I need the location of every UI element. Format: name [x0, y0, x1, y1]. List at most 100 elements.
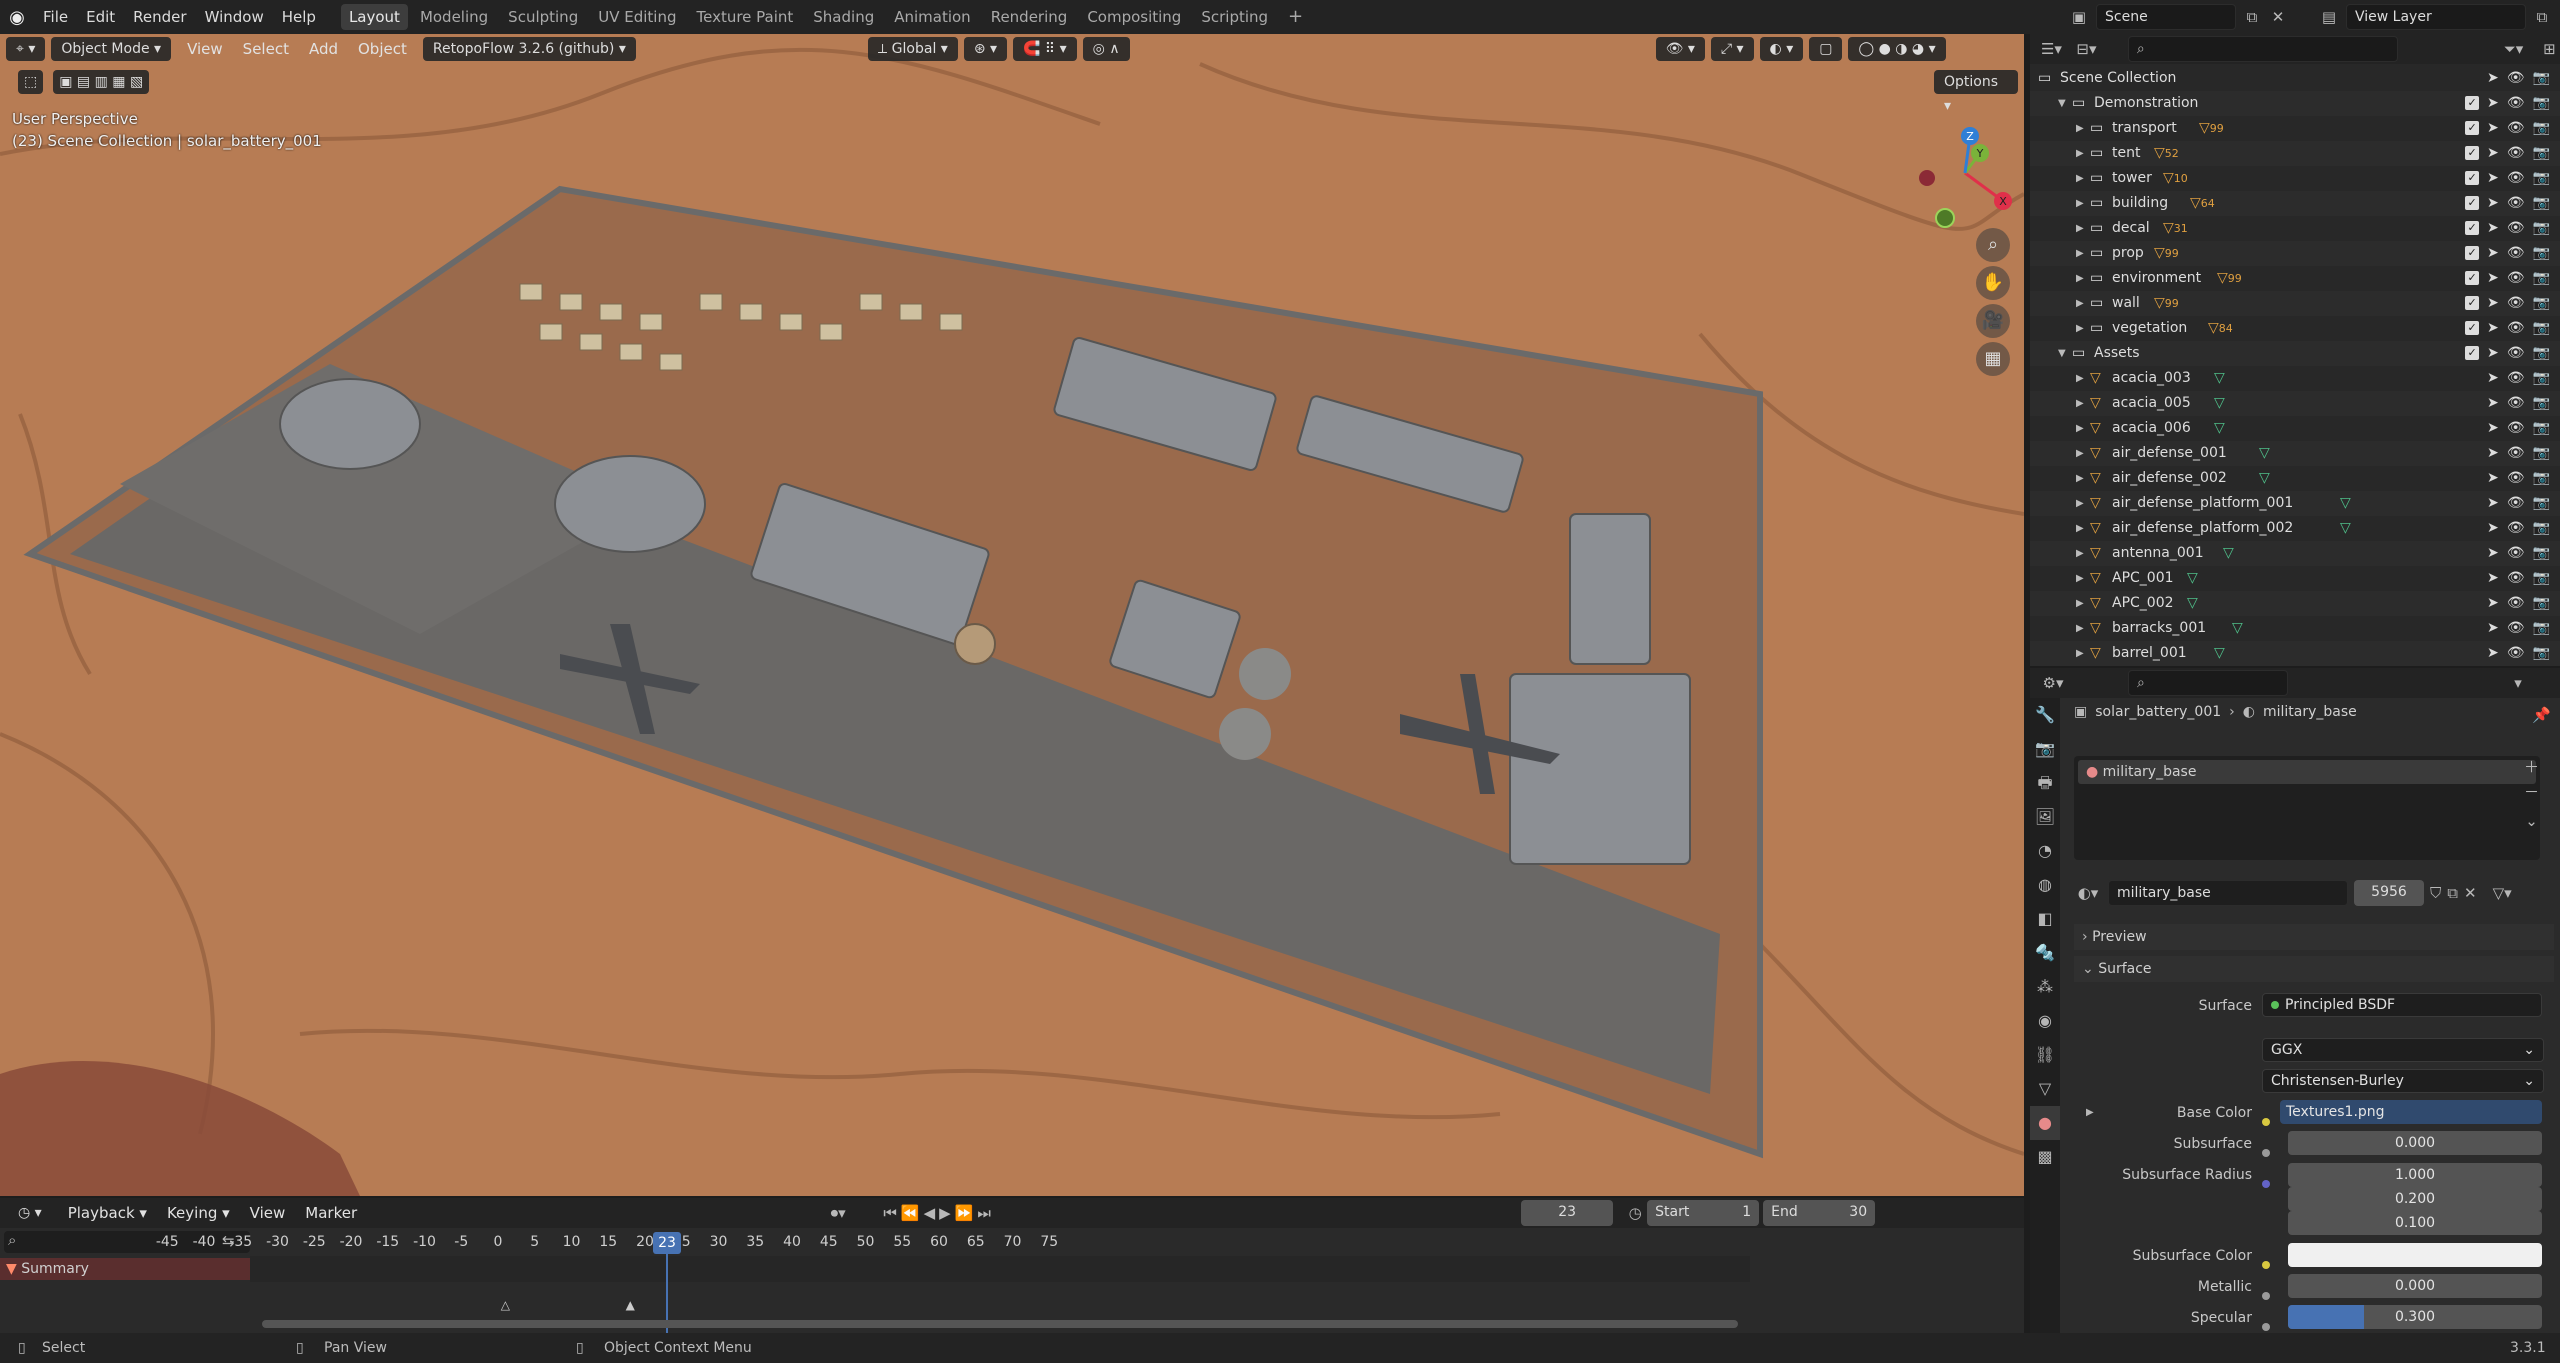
- output-tab-icon[interactable]: 🖶: [2030, 766, 2060, 800]
- render-camera-icon[interactable]: 📷: [2533, 566, 2550, 591]
- tab-compositing[interactable]: Compositing: [1079, 4, 1189, 30]
- render-camera-icon[interactable]: 📷: [2533, 241, 2550, 266]
- render-camera-icon[interactable]: 📷: [2533, 366, 2550, 391]
- selectable-icon[interactable]: ➤: [2487, 141, 2499, 166]
- exclude-checkbox[interactable]: ✓: [2465, 271, 2480, 285]
- render-camera-icon[interactable]: 📷: [2533, 466, 2550, 491]
- browse-material-icon[interactable]: ◐▾: [2074, 884, 2102, 902]
- tab-scripting[interactable]: Scripting: [1193, 4, 1276, 30]
- outliner-item[interactable]: ▶ ▽ acacia_005 ▽ ➤ 👁 📷: [2030, 391, 2560, 416]
- tab-layout[interactable]: Layout: [340, 4, 408, 30]
- new-scene-icon[interactable]: ⧉: [2242, 8, 2262, 26]
- blender-logo-icon[interactable]: ◉: [0, 7, 34, 28]
- render-camera-icon[interactable]: 📷: [2533, 116, 2550, 141]
- hide-eye-icon[interactable]: 👁: [2507, 416, 2525, 441]
- menu-file[interactable]: File: [34, 0, 77, 34]
- exclude-checkbox[interactable]: ✓: [2465, 171, 2480, 185]
- hide-eye-icon[interactable]: 👁: [2507, 266, 2525, 291]
- duplicate-material-icon[interactable]: ⧉: [2447, 884, 2458, 902]
- tab-sculpting[interactable]: Sculpting: [500, 4, 586, 30]
- object-tab-icon[interactable]: ◧: [2030, 902, 2060, 936]
- hide-eye-icon[interactable]: 👁: [2507, 66, 2525, 91]
- mesh-data-icon[interactable]: ▽: [2223, 541, 2234, 566]
- hide-eye-icon[interactable]: 👁: [2507, 591, 2525, 616]
- selectable-icon[interactable]: ➤: [2487, 591, 2499, 616]
- render-camera-icon[interactable]: 📷: [2533, 516, 2550, 541]
- select-tool-icon[interactable]: ⬚: [18, 70, 44, 94]
- hide-eye-icon[interactable]: 👁: [2507, 491, 2525, 516]
- selectable-icon[interactable]: ➤: [2487, 91, 2499, 116]
- material-name-field[interactable]: military_base: [2108, 880, 2348, 906]
- render-camera-icon[interactable]: 📷: [2533, 341, 2550, 366]
- outliner-root[interactable]: ▭ Scene Collection ➤ 👁 📷: [2030, 66, 2560, 91]
- exclude-checkbox[interactable]: ✓: [2465, 246, 2480, 260]
- view-layer-field[interactable]: View Layer: [2346, 4, 2526, 30]
- outliner-item[interactable]: ▶ ▽ air_defense_002 ▽ ➤ 👁 📷: [2030, 466, 2560, 491]
- delete-scene-icon[interactable]: ✕: [2268, 8, 2288, 26]
- expand-right-icon[interactable]: ▶: [2076, 566, 2084, 591]
- outliner-item[interactable]: ▶ ▽ barracks_001 ▽ ➤ 👁 📷: [2030, 616, 2560, 641]
- gizmo-toggle-icon[interactable]: ⤢ ▾: [1710, 37, 1754, 61]
- retopoflow-menu[interactable]: RetopoFlow 3.2.6 (github) ▾: [422, 37, 636, 61]
- new-view-layer-icon[interactable]: ⧉: [2532, 8, 2552, 26]
- render-camera-icon[interactable]: 📷: [2533, 416, 2550, 441]
- scene-name-field[interactable]: Scene: [2096, 4, 2236, 30]
- render-camera-icon[interactable]: 📷: [2533, 591, 2550, 616]
- exclude-checkbox[interactable]: ✓: [2465, 346, 2480, 360]
- zoom-icon[interactable]: ⌕: [1976, 228, 2010, 262]
- menu-window[interactable]: Window: [196, 0, 273, 34]
- expand-right-icon[interactable]: ▶: [2076, 116, 2084, 141]
- expand-down-icon[interactable]: ▼: [2058, 341, 2066, 366]
- overlay-toggle-icon[interactable]: ◐ ▾: [1759, 37, 1804, 61]
- timeline-scrollbar[interactable]: [262, 1320, 1738, 1328]
- selectable-icon[interactable]: ➤: [2487, 616, 2499, 641]
- mesh-data-icon[interactable]: ▽: [2214, 366, 2225, 391]
- hide-eye-icon[interactable]: 👁: [2507, 341, 2525, 366]
- slot-menu-icon[interactable]: ⌄: [2524, 812, 2539, 830]
- outliner-item[interactable]: ▶ ▽ antenna_001 ▽ ➤ 👁 📷: [2030, 541, 2560, 566]
- mesh-data-icon[interactable]: ▽: [2187, 591, 2198, 616]
- exclude-checkbox[interactable]: ✓: [2465, 96, 2480, 110]
- hide-eye-icon[interactable]: 👁: [2507, 191, 2525, 216]
- hide-eye-icon[interactable]: 👁: [2507, 641, 2525, 666]
- render-camera-icon[interactable]: 📷: [2533, 166, 2550, 191]
- selectable-icon[interactable]: ➤: [2487, 366, 2499, 391]
- expand-right-icon[interactable]: ▶: [2076, 541, 2084, 566]
- view-menu[interactable]: View: [177, 40, 233, 58]
- selectable-icon[interactable]: ➤: [2487, 191, 2499, 216]
- surface-section-header[interactable]: ⌄ Surface: [2074, 956, 2554, 982]
- unlink-material-icon[interactable]: ✕: [2464, 884, 2477, 902]
- selectable-icon[interactable]: ➤: [2487, 466, 2499, 491]
- selectable-icon[interactable]: ➤: [2487, 316, 2499, 341]
- selectable-icon[interactable]: ➤: [2487, 541, 2499, 566]
- object-mode-dropdown[interactable]: Object Mode ▾: [51, 37, 172, 61]
- remove-slot-icon[interactable]: －: [2524, 781, 2539, 802]
- expand-right-icon[interactable]: ▶: [2076, 516, 2084, 541]
- base-color-texture[interactable]: Textures1.png: [2280, 1100, 2542, 1124]
- expand-down-icon[interactable]: ▼: [2058, 91, 2066, 116]
- new-collection-icon[interactable]: ⊞: [2539, 40, 2560, 58]
- hide-eye-icon[interactable]: 👁: [2507, 566, 2525, 591]
- summary-track[interactable]: [250, 1256, 1750, 1282]
- selectable-icon[interactable]: ➤: [2487, 241, 2499, 266]
- expand-right-icon[interactable]: ▶: [2076, 616, 2084, 641]
- proportional-edit-icon[interactable]: ◎ ∧: [1082, 37, 1130, 61]
- expand-right-icon[interactable]: ▶: [2076, 141, 2084, 166]
- add-menu[interactable]: Add: [299, 40, 348, 58]
- subsurface-value[interactable]: 0.000: [2288, 1131, 2542, 1155]
- exclude-checkbox[interactable]: ✓: [2465, 146, 2480, 160]
- pan-hand-icon[interactable]: ✋: [1976, 266, 2010, 300]
- render-camera-icon[interactable]: 📷: [2533, 641, 2550, 666]
- render-camera-icon[interactable]: 📷: [2533, 316, 2550, 341]
- expand-right-icon[interactable]: ▶: [2076, 291, 2084, 316]
- render-camera-icon[interactable]: 📷: [2533, 91, 2550, 116]
- hide-eye-icon[interactable]: 👁: [2507, 116, 2525, 141]
- display-mode-icon[interactable]: ⊟▾: [2073, 40, 2100, 58]
- hide-eye-icon[interactable]: 👁: [2507, 166, 2525, 191]
- expand-right-icon[interactable]: ▶: [2076, 591, 2084, 616]
- visibility-icon[interactable]: 👁 ▾: [1655, 37, 1705, 61]
- selectable-icon[interactable]: ➤: [2487, 216, 2499, 241]
- subsurface-method-dropdown[interactable]: Christensen-Burley ⌄: [2262, 1069, 2544, 1093]
- modifier-tab-icon[interactable]: 🔩: [2030, 936, 2060, 970]
- expand-right-icon[interactable]: ▶: [2076, 166, 2084, 191]
